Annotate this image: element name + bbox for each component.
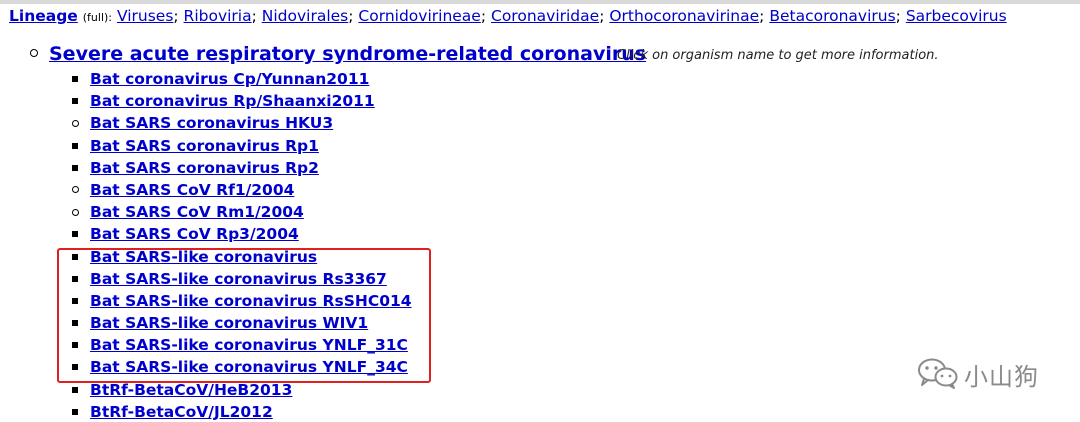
species-bullet-icon (30, 49, 38, 57)
lineage-item-link[interactable]: Nidovirales (262, 7, 349, 25)
lineage-item-link[interactable]: Cornidovirineae (358, 7, 480, 25)
lineage-separator: ; (251, 7, 262, 25)
circle-bullet-icon (72, 119, 79, 127)
square-bullet-icon (72, 231, 78, 238)
square-bullet-icon (72, 386, 78, 393)
lineage-item-link[interactable]: Viruses (117, 7, 173, 25)
strain-link[interactable]: Bat coronavirus Rp/Shaanxi2011 (90, 90, 375, 112)
lineage-separator: ; (895, 7, 906, 25)
lineage-separator: ; (759, 7, 770, 25)
lineage-separator: ; (348, 7, 359, 25)
organism-hint: Click on organism name to get more infor… (617, 48, 939, 63)
strain-link[interactable]: Bat coronavirus Cp/Yunnan2011 (90, 68, 369, 90)
circle-bullet-icon (72, 186, 79, 194)
square-bullet-icon (72, 98, 78, 105)
lineage-qualifier: (full): (82, 11, 112, 24)
species-link[interactable]: Severe acute respiratory syndrome-relate… (49, 42, 646, 66)
square-bullet-icon (72, 76, 78, 82)
lineage-item-link[interactable]: Betacoronavirus (769, 7, 895, 25)
lineage-separator: ; (599, 7, 610, 25)
watermark-text: 小山狗 (964, 363, 1039, 391)
top-scroll-edge (0, 0, 1080, 4)
square-bullet-icon (72, 408, 78, 415)
lineage-separator: ; (173, 7, 184, 25)
square-bullet-icon (72, 142, 78, 149)
lineage-items: Viruses; Riboviria; Nidovirales; Cornido… (117, 7, 1007, 25)
red-highlight-box (57, 248, 431, 383)
strain-link[interactable]: Bat SARS CoV Rp3/2004 (90, 223, 299, 245)
lineage-separator: ; (480, 7, 491, 25)
lineage-item-link[interactable]: Orthocoronavirinae (609, 7, 759, 25)
lineage-label-link[interactable]: Lineage (9, 7, 78, 25)
strain-link[interactable]: Bat SARS CoV Rf1/2004 (90, 179, 294, 201)
strain-link[interactable]: Bat SARS coronavirus Rp1 (90, 135, 319, 157)
taxonomy-page: Lineage (full): Viruses; Riboviria; Nido… (0, 0, 1080, 422)
strain-link[interactable]: Bat SARS coronavirus Rp2 (90, 157, 319, 179)
strain-link[interactable]: Bat SARS coronavirus HKU3 (90, 112, 333, 134)
lineage-item-link[interactable]: Sarbecovirus (906, 7, 1007, 25)
wechat-icon (918, 358, 958, 389)
lineage-row: Lineage (full): Viruses; Riboviria; Nido… (9, 5, 1007, 29)
lineage-item-link[interactable]: Coronaviridae (491, 7, 599, 25)
strain-link[interactable]: Bat SARS CoV Rm1/2004 (90, 201, 304, 223)
square-bullet-icon (72, 164, 78, 171)
circle-bullet-icon (72, 208, 79, 216)
lineage-item-link[interactable]: Riboviria (184, 7, 252, 25)
strain-link[interactable]: BtRf-BetaCoV/JL2012 (90, 401, 273, 422)
